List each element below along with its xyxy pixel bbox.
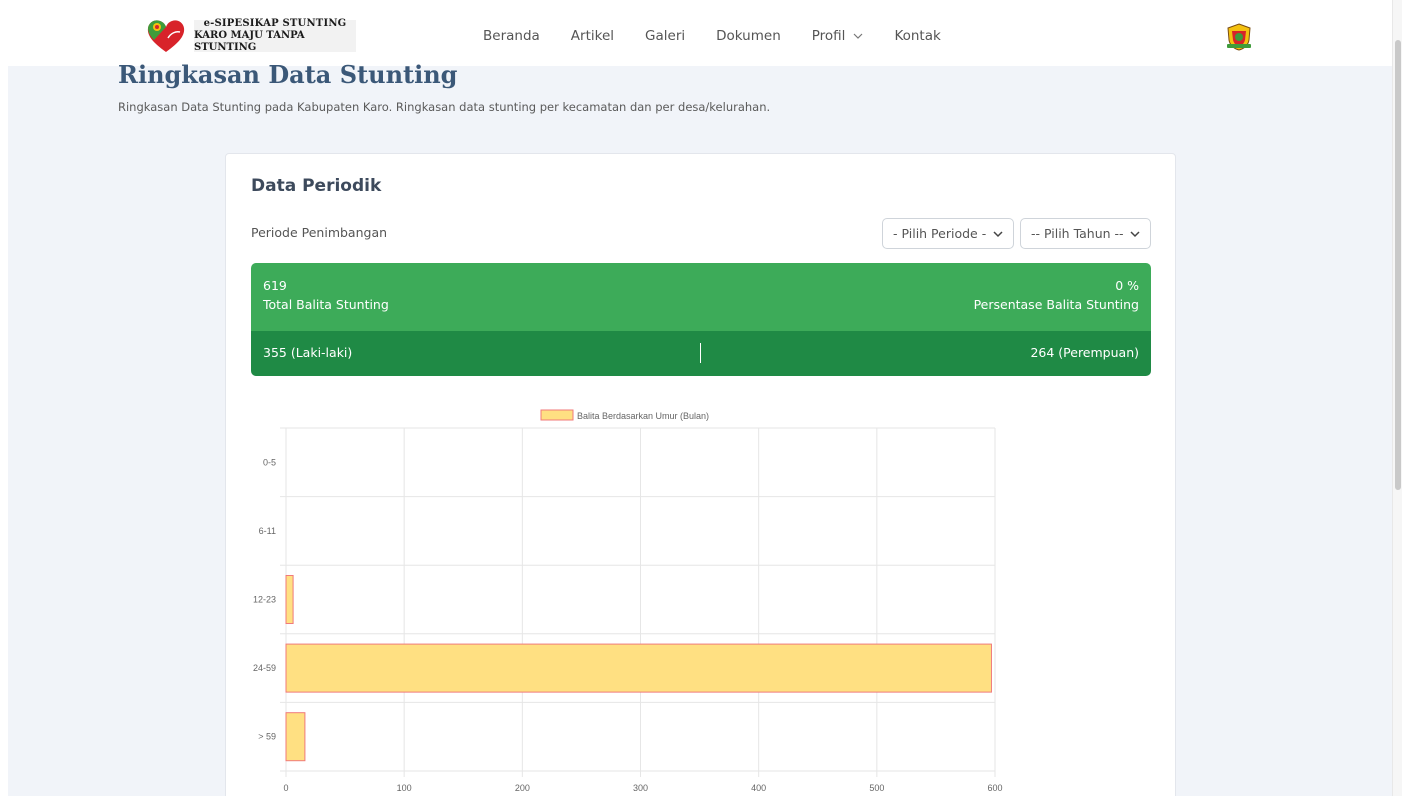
nav-profil[interactable]: Profil xyxy=(812,28,864,44)
legend-label: Balita Berdasarkan Umur (Bulan) xyxy=(577,411,709,421)
periode-select-value: - Pilih Periode - xyxy=(893,226,987,241)
main-nav: Beranda Artikel Galeri Dokumen Profil Ko… xyxy=(483,28,972,44)
chevron-down-icon xyxy=(1130,231,1140,238)
nav-beranda[interactable]: Beranda xyxy=(483,28,540,44)
card-title: Data Periodik xyxy=(251,176,382,196)
brand-line1: e-SIPESIKAP STUNTING xyxy=(203,18,347,29)
chevron-down-icon xyxy=(854,33,863,39)
periode-label: Periode Penimbangan xyxy=(251,225,388,240)
y-tick-label: 6-11 xyxy=(259,526,276,536)
bar--59 xyxy=(285,712,306,762)
chevron-down-icon xyxy=(993,231,1003,238)
x-tick-label: 100 xyxy=(397,783,412,793)
tahun-select-value: -- Pilih Tahun -- xyxy=(1031,226,1124,241)
bar-12-23 xyxy=(285,574,294,625)
nav-galeri[interactable]: Galeri xyxy=(645,28,685,44)
stunting-summary-panel: 619 Total Balita Stunting 0 % Persentase… xyxy=(251,263,1151,331)
percent-stunting-label: Persentase Balita Stunting xyxy=(973,297,1139,312)
x-tick-label: 500 xyxy=(869,783,884,793)
scrollbar-thumb[interactable] xyxy=(1395,40,1401,490)
y-tick-label: 24-59 xyxy=(253,663,276,673)
brand[interactable]: e-SIPESIKAP STUNTING KARO MAJU TANPA STU… xyxy=(146,18,356,54)
x-tick-label: 600 xyxy=(987,783,1002,793)
page-title: Ringkasan Data Stunting xyxy=(118,60,458,89)
y-tick-label: > 59 xyxy=(258,732,276,742)
gender-breakdown-panel: 355 (Laki-laki) 264 (Perempuan) xyxy=(251,331,1151,376)
nav-dokumen[interactable]: Dokumen xyxy=(716,28,781,44)
x-tick-label: 400 xyxy=(751,783,766,793)
tahun-select[interactable]: -- Pilih Tahun -- xyxy=(1020,218,1151,249)
total-stunting-value: 619 xyxy=(263,278,287,293)
male-count: 355 (Laki-laki) xyxy=(263,345,353,360)
left-edge xyxy=(0,66,8,796)
regency-crest-icon[interactable] xyxy=(1224,22,1254,52)
y-tick-label: 0-5 xyxy=(263,457,276,467)
female-count: 264 (Perempuan) xyxy=(1030,345,1139,360)
x-tick-label: 300 xyxy=(633,783,648,793)
legend-swatch xyxy=(540,409,574,421)
nav-artikel[interactable]: Artikel xyxy=(571,28,614,44)
divider xyxy=(700,343,701,363)
page-subtitle: Ringkasan Data Stunting pada Kabupaten K… xyxy=(118,100,771,114)
total-stunting-label: Total Balita Stunting xyxy=(263,297,389,312)
nav-profil-label: Profil xyxy=(811,28,846,44)
brand-line2: KARO MAJU TANPA STUNTING xyxy=(194,30,305,53)
heart-logo-icon xyxy=(147,20,185,52)
x-tick-label: 0 xyxy=(283,783,288,793)
brand-text: e-SIPESIKAP STUNTING KARO MAJU TANPA STU… xyxy=(194,18,356,53)
nav-kontak[interactable]: Kontak xyxy=(894,28,940,44)
x-tick-label: 200 xyxy=(515,783,530,793)
bar-24-59 xyxy=(285,643,992,693)
percent-stunting-value: 0 % xyxy=(1115,278,1139,293)
page-scrollbar[interactable] xyxy=(1392,0,1402,796)
y-tick-label: 12-23 xyxy=(253,595,276,605)
periode-select[interactable]: - Pilih Periode - xyxy=(882,218,1014,249)
top-navbar: e-SIPESIKAP STUNTING KARO MAJU TANPA STU… xyxy=(0,0,1392,66)
age-bar-chart: 0 100 200 300 400 500 600 0-5 6-11 12-23 24-59 > 59… xyxy=(253,409,1003,793)
page: e-SIPESIKAP STUNTING KARO MAJU TANPA STU… xyxy=(0,0,1402,796)
